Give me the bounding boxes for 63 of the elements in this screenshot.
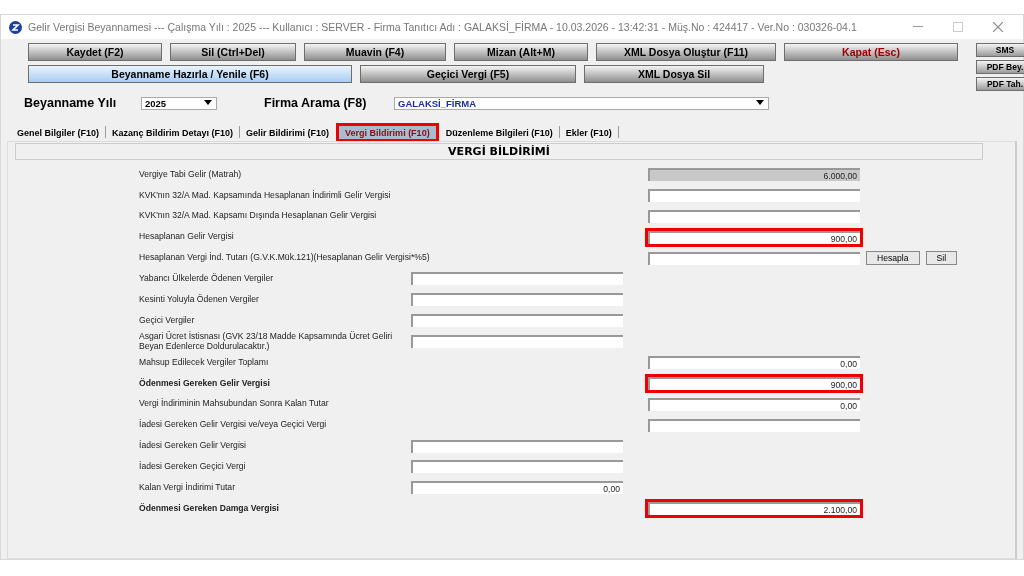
amount-field[interactable]: 6.000,00 <box>648 167 860 181</box>
tab[interactable]: Ekler (F10) <box>559 125 618 139</box>
toolbar-button[interactable]: Sil (Ctrl+Del) <box>170 43 296 61</box>
field-label: Vergiye Tabi Gelir (Matrah) <box>139 169 243 180</box>
toolbar-button[interactable]: XML Dosya Sil <box>584 65 764 83</box>
tab[interactable]: Vergi Bildirimi (F10) <box>339 125 436 139</box>
amount-field[interactable]: 2.100,00 <box>648 502 860 516</box>
toolbar-button[interactable]: Kaydet (F2) <box>28 43 162 61</box>
year-select[interactable]: 2025 <box>141 96 217 110</box>
field-label: İadesi Gereken Gelir Vergisi <box>139 441 247 451</box>
amount-field[interactable]: 0,00 <box>648 397 860 411</box>
amount-field[interactable] <box>648 251 860 265</box>
field-label: Hesaplanan Vergi İnd. Tutarı (G.V.K.Mük.121)(Hesaplanan Gelir Vergisi*%5) <box>139 253 431 263</box>
side-button[interactable]: SMS <box>976 43 1024 57</box>
field-label: Firma Arama (F8) <box>264 96 368 110</box>
amount-field[interactable] <box>411 439 623 453</box>
dropdown-caret-icon[interactable] <box>204 100 212 106</box>
app-logo-icon <box>9 20 22 34</box>
amount-field[interactable] <box>648 188 860 202</box>
amount-field[interactable] <box>411 460 623 474</box>
toolbar-button[interactable]: Geçici Vergi (F5) <box>360 65 576 83</box>
field-label: Hesaplanan Gelir Vergisi <box>139 232 235 242</box>
amount-field[interactable] <box>648 418 860 432</box>
field-label: Geçici Vergiler <box>139 315 196 326</box>
field-label: Asgari Ücret İstisnası (GVK 23/18 Madde Kapsamında Ücret Geliri Beyan Edenlerce Doldurulacaktır.) <box>139 332 394 352</box>
action-button[interactable]: Hesapla <box>866 251 920 265</box>
window-title: Gelir Vergisi Beyannamesi --- Çalışma Yılı : 2025 --- Kullanıcı : SERVER - Firma Tanıtıcı Adı : GALAKSİ_FİRMA - 10.03.2026 - 13:42:31 - Müş.No : 424417 - Ver.No : 030326-04.1 <box>28 21 858 33</box>
amount-field[interactable] <box>411 272 623 286</box>
amount-field[interactable] <box>411 293 623 307</box>
amount-field[interactable]: 900,00 <box>648 230 860 244</box>
section-heading: VERGİ BİLDİRİMİ <box>15 143 983 160</box>
field-label: Ödenmesi Gereken Damga Vergisi <box>139 503 280 514</box>
field-label: Beyanname Yılı <box>24 96 118 110</box>
tab[interactable]: Kazanç Bildirim Detayı (F10) <box>106 125 240 139</box>
tab[interactable]: Gelir Bildirimi (F10) <box>240 125 336 139</box>
field-label: İadesi Gereken Geçici Vergi <box>139 462 247 472</box>
amount-field[interactable]: 900,00 <box>648 376 860 390</box>
company-select[interactable]: GALAKSİ_FİRMA <box>394 96 769 110</box>
toolbar-button[interactable]: Beyanname Hazırla / Yenile (F6) <box>28 65 352 83</box>
tab[interactable]: Düzenleme Bilgileri (F10) <box>439 125 559 139</box>
toolbar-button[interactable]: Muavin (F4) <box>304 43 446 61</box>
amount-field[interactable]: 0,00 <box>648 355 860 369</box>
field-label: Ödenmesi Gereken Gelir Vergisi <box>139 378 271 389</box>
amount-field[interactable] <box>411 314 623 328</box>
field-label: KVK'nın 32/A Mad. Kapsamında Hesaplanan İndirimli Gelir Vergisi <box>139 190 392 201</box>
amount-field[interactable] <box>411 335 623 349</box>
dropdown-caret-icon[interactable] <box>756 100 764 106</box>
amount-field[interactable]: 0,00 <box>411 481 623 495</box>
tab[interactable]: Genel Bilgiler (F10) <box>11 125 106 139</box>
field-label: Yabancı Ülkelerde Ödenen Vergiler <box>139 274 275 284</box>
toolbar-button[interactable]: Mizan (Alt+M) <box>454 43 588 61</box>
field-label: Kalan Vergi İndirimi Tutar <box>139 483 236 493</box>
amount-field[interactable] <box>648 209 860 223</box>
side-button[interactable]: PDF Bey. <box>976 60 1024 74</box>
field-label: KVK'nın 32/A Mad. Kapsamı Dışında Hesaplanan Gelir Vergisi <box>139 211 378 221</box>
field-label: Vergi İndiriminin Mahsubundan Sonra Kalan Tutar <box>139 399 330 409</box>
side-button[interactable]: PDF Tah. <box>976 77 1024 91</box>
field-label: Mahsup Edilecek Vergiler Toplamı <box>139 357 270 368</box>
action-button[interactable]: Sil <box>925 251 958 265</box>
toolbar-button[interactable]: Kapat (Esc) <box>784 43 958 61</box>
field-label: İadesi Gereken Gelir Vergisi ve/veya Geçici Vergi <box>139 420 328 430</box>
field-label: Kesinti Yoluyla Ödenen Vergiler <box>139 295 260 305</box>
toolbar-button[interactable]: XML Dosya Oluştur (F11) <box>596 43 776 61</box>
